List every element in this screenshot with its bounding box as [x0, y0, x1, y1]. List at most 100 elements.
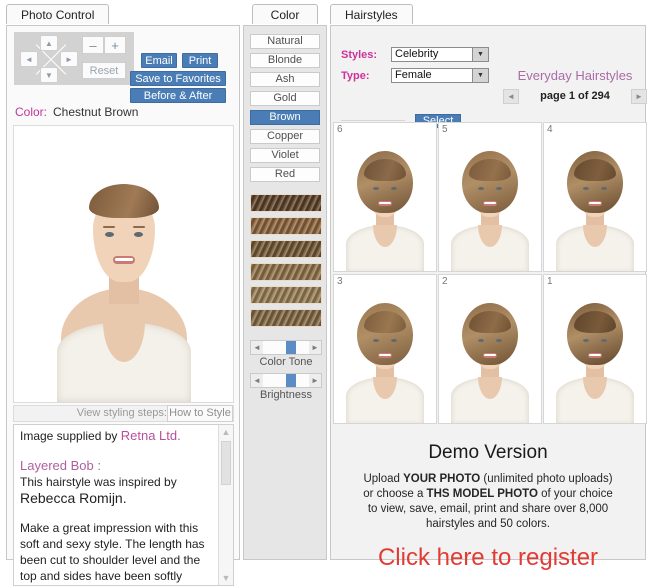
slider-thumb[interactable]: [286, 374, 296, 387]
thumb-mouth: [588, 353, 602, 358]
save-to-favorites-button[interactable]: Save to Favorites: [130, 71, 226, 86]
portrait-eye-left: [104, 232, 114, 237]
description-celebrity: Rebecca Romijn.: [20, 490, 127, 506]
image-credit-source: Retna Ltd.: [120, 428, 181, 443]
type-label: Type:: [341, 70, 370, 82]
thumb-eye-left: [478, 187, 484, 190]
hairstyles-panel: Hairstyles Styles: Celebrity ▼ Type: Fem…: [330, 4, 647, 571]
color-option-gold[interactable]: Gold: [250, 91, 320, 106]
promo-line2-prefix: or choose a: [363, 488, 427, 500]
thumb-dress: [451, 377, 529, 423]
register-link[interactable]: Click here to register: [331, 544, 645, 572]
hairstyle-thumbnail-1[interactable]: 1: [543, 274, 647, 424]
thumb-eye-right: [601, 339, 607, 342]
scroll-up-icon[interactable]: ▲: [219, 425, 233, 439]
model-portrait-image: [49, 140, 199, 402]
email-button[interactable]: Email: [141, 53, 177, 68]
thumbnail-model-image: [552, 141, 638, 271]
pan-down-button[interactable]: ▼: [40, 67, 58, 83]
portrait-eyebrow-left: [102, 226, 115, 228]
hairstyle-thumbnail-2[interactable]: 2: [438, 274, 542, 424]
color-option-brown[interactable]: Brown: [250, 110, 320, 125]
promo-banner: Demo Version Upload YOUR PHOTO (unlimite…: [331, 430, 645, 571]
promo-line1-suffix: (unlimited photo uploads): [480, 473, 613, 485]
thumb-mouth: [378, 353, 392, 358]
portrait-eye-right: [133, 232, 143, 237]
color-tabstrip: Color: [243, 4, 327, 26]
scrollbar-thumb[interactable]: [221, 441, 231, 485]
styles-select[interactable]: Celebrity ▼: [391, 47, 489, 62]
thumb-mouth: [378, 201, 392, 206]
slider-track[interactable]: ◄ ►: [250, 373, 322, 388]
promo-line3: to view, save, email, print and share ov…: [367, 503, 609, 515]
thumbnail-model-image: [447, 141, 533, 271]
thumb-eye-right: [496, 187, 502, 190]
thumbnail-model-image: [342, 293, 428, 423]
next-page-button[interactable]: ►: [631, 89, 647, 104]
thumbnail-number: 6: [337, 124, 343, 135]
styling-steps-bar: View styling steps: How to Style: [13, 405, 234, 422]
print-button[interactable]: Print: [182, 53, 218, 68]
color-option-blonde[interactable]: Blonde: [250, 53, 320, 68]
tab-photo-control[interactable]: Photo Control: [6, 4, 110, 24]
hairstyle-thumbnail-6[interactable]: 6: [333, 122, 437, 272]
description-scrollbar[interactable]: ▲ ▼: [218, 425, 233, 585]
color-swatch-1[interactable]: [250, 194, 322, 212]
tab-hairstyles[interactable]: Hairstyles: [330, 4, 413, 24]
page-indicator: page 1 of 294: [540, 90, 610, 102]
thumb-eye-right: [601, 187, 607, 190]
thumb-dress: [451, 225, 529, 271]
pan-up-button[interactable]: ▲: [40, 35, 58, 51]
tab-color[interactable]: Color: [251, 4, 319, 24]
slider-left-arrow-icon[interactable]: ◄: [251, 374, 263, 387]
slider-right-arrow-icon[interactable]: ►: [309, 374, 321, 387]
photo-control-body: ▲ ▼ ◄ ► – + Reset Email Print Save to Fa…: [6, 25, 240, 586]
hairstyle-description-text: Image supplied by Retna Ltd. Layered Bob…: [20, 428, 212, 585]
current-color-value: Chestnut Brown: [53, 105, 139, 119]
color-swatch-2[interactable]: [250, 217, 322, 235]
zoom-in-button[interactable]: +: [104, 36, 126, 54]
pan-right-button[interactable]: ►: [60, 51, 78, 67]
thumb-eye-left: [373, 187, 379, 190]
slider-brightness[interactable]: ◄ ► Brightness: [250, 373, 322, 403]
slider-label: Color Tone: [259, 356, 313, 368]
hairstyle-thumbnail-3[interactable]: 3: [333, 274, 437, 424]
pan-left-button[interactable]: ◄: [20, 51, 38, 67]
thumb-mouth: [483, 353, 497, 358]
color-option-violet[interactable]: Violet: [250, 148, 320, 163]
slider-label: Brightness: [260, 389, 312, 401]
color-option-ash[interactable]: Ash: [250, 72, 320, 87]
color-swatch-3[interactable]: [250, 240, 322, 258]
slider-color-tone[interactable]: ◄ ► Color Tone: [250, 340, 322, 370]
before-after-button[interactable]: Before & After: [130, 88, 226, 103]
reset-button[interactable]: Reset: [82, 62, 126, 79]
main-photo-preview[interactable]: [13, 125, 234, 403]
color-option-red[interactable]: Red: [250, 167, 320, 182]
current-color-label: Color:: [15, 105, 48, 119]
styles-label: Styles:: [341, 49, 378, 61]
color-swatch-5[interactable]: [250, 286, 322, 304]
styles-select-value: Celebrity: [395, 48, 439, 60]
hairstyle-thumbnail-4[interactable]: 4: [543, 122, 647, 272]
color-swatch-6[interactable]: [250, 309, 322, 327]
promo-line2-bold: THS MODEL PHOTO: [426, 488, 538, 500]
slider-track[interactable]: ◄ ►: [250, 340, 322, 355]
slider-left-arrow-icon[interactable]: ◄: [251, 341, 263, 354]
how-to-style-button[interactable]: How to Style: [167, 405, 233, 422]
thumb-eye-left: [373, 339, 379, 342]
slider-thumb[interactable]: [286, 341, 296, 354]
type-select[interactable]: Female ▼: [391, 68, 489, 83]
thumbnail-number: 2: [442, 276, 448, 287]
thumb-dress: [346, 377, 424, 423]
chevron-down-icon[interactable]: ▼: [472, 48, 488, 61]
scroll-down-icon[interactable]: ▼: [219, 571, 233, 585]
color-option-natural[interactable]: Natural: [250, 34, 320, 49]
prev-page-button[interactable]: ◄: [503, 89, 519, 104]
zoom-out-button[interactable]: –: [82, 36, 104, 54]
description-title: Layered Bob :: [20, 458, 101, 473]
hairstyle-thumbnail-5[interactable]: 5: [438, 122, 542, 272]
color-swatch-4[interactable]: [250, 263, 322, 281]
slider-right-arrow-icon[interactable]: ►: [309, 341, 321, 354]
chevron-down-icon[interactable]: ▼: [472, 69, 488, 82]
color-option-copper[interactable]: Copper: [250, 129, 320, 144]
